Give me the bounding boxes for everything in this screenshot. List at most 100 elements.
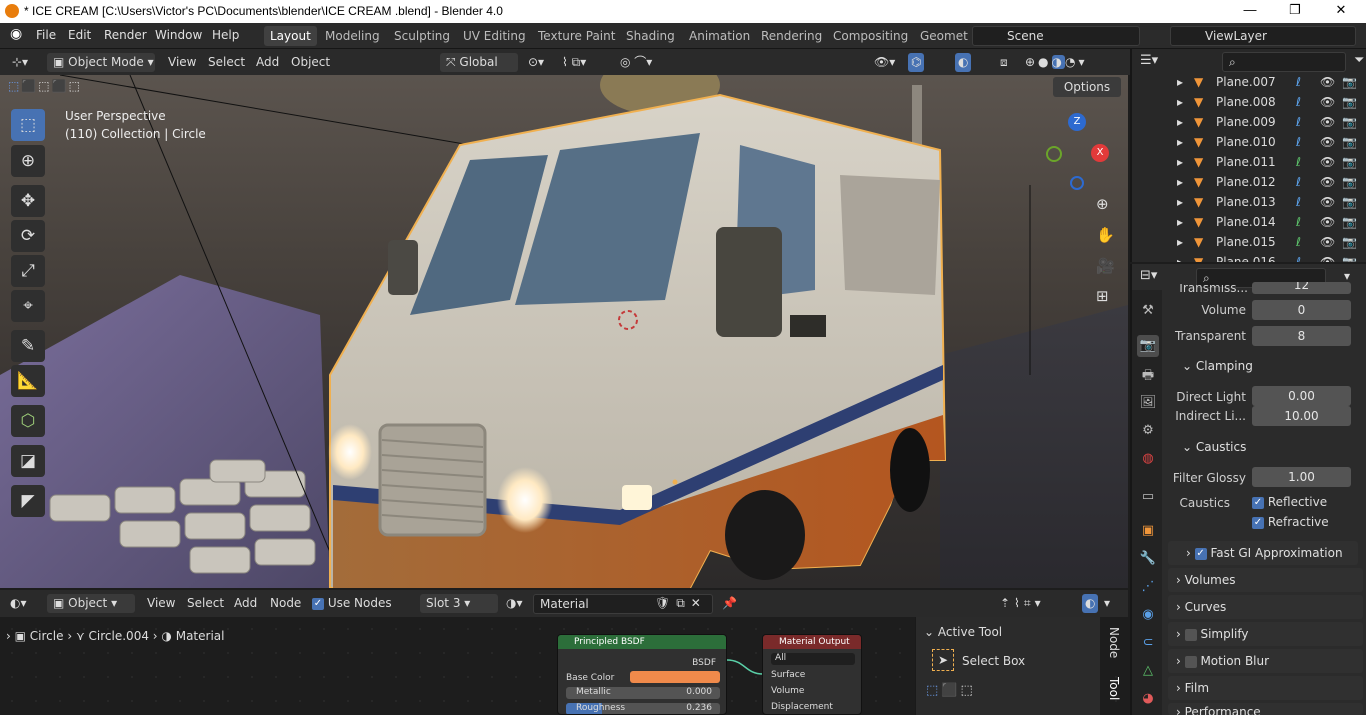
outliner-row[interactable]: ▸ ▼ Plane.009 ℓ 👁 📷 — [1132, 112, 1366, 132]
outliner-row[interactable]: ▸ ▼ Plane.012 ℓ 👁 📷 — [1132, 172, 1366, 192]
measure-tool-icon[interactable]: 📐 — [11, 365, 45, 397]
expand-arrow-icon[interactable]: ▸ — [1177, 212, 1183, 232]
tab-animation[interactable]: Animation — [683, 26, 756, 46]
expand-arrow-icon[interactable]: ▸ — [1177, 152, 1183, 172]
tab-tool[interactable]: Tool — [1107, 677, 1121, 700]
gizmo-neg-z-axis[interactable] — [1070, 176, 1084, 190]
material-actions-icons[interactable]: 🛡⧉✕ — [655, 594, 707, 613]
tab-layout[interactable]: Layout — [264, 26, 317, 46]
eye-icon[interactable]: 👁 — [1320, 172, 1335, 192]
scale-tool-icon[interactable]: ⤢ — [11, 255, 45, 287]
eye-icon[interactable]: 👁 — [1320, 112, 1335, 132]
expand-arrow-icon[interactable]: ▸ — [1177, 92, 1183, 112]
menu-window[interactable]: Window — [155, 28, 202, 42]
camera-render-icon[interactable]: 📷 — [1342, 212, 1357, 232]
camera-render-icon[interactable]: 📷 — [1342, 72, 1357, 92]
outliner-row[interactable]: ▸ ▼ Plane.014 ℓ 👁 📷 — [1132, 212, 1366, 232]
outliner-row[interactable]: ▸ ▼ Plane.015 ℓ 👁 📷 — [1132, 232, 1366, 252]
camera-render-icon[interactable]: 📷 — [1342, 192, 1357, 212]
volumes-section[interactable]: › Volumes — [1168, 568, 1363, 592]
eye-icon[interactable]: 👁 — [1320, 212, 1335, 232]
active-tool-header[interactable]: ⌄ Active Tool — [924, 625, 1002, 639]
options-button[interactable]: Options — [1053, 77, 1121, 97]
eye-icon[interactable]: 👁 — [1320, 132, 1335, 152]
material-tab-icon[interactable]: ◕ — [1137, 688, 1159, 710]
camera-render-icon[interactable]: 📷 — [1342, 152, 1357, 172]
shear-tool-icon[interactable]: ◤ — [11, 485, 45, 517]
node-object-selector[interactable]: ▣ Object ▾ — [47, 594, 135, 613]
menu-help[interactable]: Help — [212, 28, 239, 42]
collection-tab-icon[interactable]: ▭ — [1137, 486, 1159, 508]
select-mode-icons[interactable]: ⬚⬛⬚⬛⬚ — [8, 79, 108, 97]
view-layer-selector[interactable]: ViewLayer — [1170, 26, 1356, 46]
overlay-toggle-icon[interactable]: ◐ — [955, 53, 972, 72]
render-tab-icon[interactable]: 📷 — [1137, 335, 1159, 357]
curves-section[interactable]: › Curves — [1168, 595, 1363, 619]
data-tab-icon[interactable]: △ — [1137, 660, 1159, 682]
ortho-grid-icon[interactable]: ⊞ — [1096, 287, 1109, 305]
gizmo-x-axis[interactable]: X — [1091, 144, 1109, 162]
outliner-row[interactable]: ▸ ▼ Plane.016 ℓ 👁 📷 — [1132, 252, 1366, 262]
breadcrumb-object[interactable]: Circle — [30, 629, 64, 643]
simplify-section[interactable]: › Simplify — [1168, 622, 1363, 646]
tool-tab-icon[interactable]: ⚒ — [1137, 300, 1159, 322]
indirect-light-field[interactable]: 10.00 — [1252, 406, 1351, 426]
node-menu-node[interactable]: Node — [270, 594, 301, 613]
camera-render-icon[interactable]: 📷 — [1342, 252, 1357, 262]
pan-hand-icon[interactable]: ✋ — [1096, 226, 1115, 244]
use-nodes-checkbox[interactable]: ✓ Use Nodes — [312, 594, 392, 613]
menu-add[interactable]: Add — [256, 53, 279, 72]
xray-icon[interactable]: ⧈ — [1000, 53, 1008, 72]
node-menu-select[interactable]: Select — [187, 594, 224, 613]
node-menu-add[interactable]: Add — [234, 594, 257, 613]
menu-view[interactable]: View — [168, 53, 196, 72]
expand-arrow-icon[interactable]: ▸ — [1177, 132, 1183, 152]
tab-shading[interactable]: Shading — [620, 26, 681, 46]
motion-blur-section[interactable]: › Motion Blur — [1168, 649, 1363, 673]
particles-tab-icon[interactable]: ⋰ — [1137, 576, 1159, 598]
chevron-down-icon[interactable]: ▾ — [1344, 269, 1350, 283]
select-box-icon[interactable]: ➤ — [932, 649, 954, 671]
expand-arrow-icon[interactable]: ▸ — [1177, 252, 1183, 262]
outliner-row[interactable]: ▸ ▼ Plane.010 ℓ 👁 📷 — [1132, 132, 1366, 152]
pin-icon[interactable]: 📌 — [722, 594, 737, 613]
shading-modes-icon[interactable]: ⊕●◑◔▾ — [1025, 53, 1088, 72]
slot-selector[interactable]: Slot 3 ▾ — [420, 594, 498, 613]
camera-view-icon[interactable]: 🎥 — [1096, 257, 1115, 275]
tab-modeling[interactable]: Modeling — [319, 26, 386, 46]
editor-type-icon[interactable]: ⊹▾ — [12, 53, 28, 72]
outliner-row[interactable]: ▸ ▼ Plane.007 ℓ 👁 📷 — [1132, 72, 1366, 92]
menu-object[interactable]: Object — [291, 53, 330, 72]
direct-light-field[interactable]: 0.00 — [1252, 386, 1351, 406]
node-editor[interactable]: › ▣ Circle › ⋎ Circle.004 › ◑ Material P… — [0, 617, 1128, 715]
gizmo-z-axis[interactable]: Z — [1068, 113, 1086, 131]
shader-editor-type-icon[interactable]: ◐▾ — [10, 594, 27, 613]
tab-geometry[interactable]: Geomet — [914, 26, 974, 46]
object-tab-icon[interactable]: ▣ — [1137, 520, 1159, 542]
outliner-row[interactable]: ▸ ▼ Plane.011 ℓ 👁 📷 — [1132, 152, 1366, 172]
outliner-type-icon[interactable]: ☰▾ — [1140, 53, 1158, 68]
chevron-down-icon[interactable]: ▾ — [1104, 594, 1110, 613]
tab-compositing[interactable]: Compositing — [827, 26, 914, 46]
rotate-tool-icon[interactable]: ⟳ — [11, 220, 45, 252]
eye-icon[interactable]: 👁 — [1320, 92, 1335, 112]
annotate-tool-icon[interactable]: ✎ — [11, 330, 45, 362]
outliner-row[interactable]: ▸ ▼ Plane.013 ℓ 👁 📷 — [1132, 192, 1366, 212]
roughness-slider[interactable]: Roughness 0.236 — [566, 703, 720, 714]
tab-node[interactable]: Node — [1107, 627, 1121, 658]
proportional-edit-icon[interactable]: ◎ ⌒▾ — [620, 53, 652, 72]
expand-arrow-icon[interactable]: ▸ — [1177, 112, 1183, 132]
principled-bsdf-node[interactable]: Principled BSDF BSDF Base Color Metallic… — [557, 634, 727, 715]
outliner-row[interactable]: ▸ ▼ Plane.008 ℓ 👁 📷 — [1132, 92, 1366, 112]
menu-render[interactable]: Render — [104, 28, 147, 42]
eye-icon[interactable]: 👁 — [1320, 72, 1335, 92]
outliner-search-input[interactable]: ⌕ — [1222, 52, 1346, 72]
breadcrumb-material[interactable]: Material — [176, 629, 225, 643]
maximize-button[interactable]: ❐ — [1280, 2, 1310, 18]
navigation-gizmo[interactable]: Z X — [1040, 110, 1114, 190]
expand-arrow-icon[interactable]: ▸ — [1177, 72, 1183, 92]
base-color-swatch[interactable] — [630, 671, 720, 683]
caustics-header[interactable]: ⌄ Caustics — [1182, 440, 1246, 454]
clamping-header[interactable]: ⌄ Clamping — [1182, 359, 1253, 373]
properties-type-icon[interactable]: ⊟▾ — [1140, 268, 1157, 283]
